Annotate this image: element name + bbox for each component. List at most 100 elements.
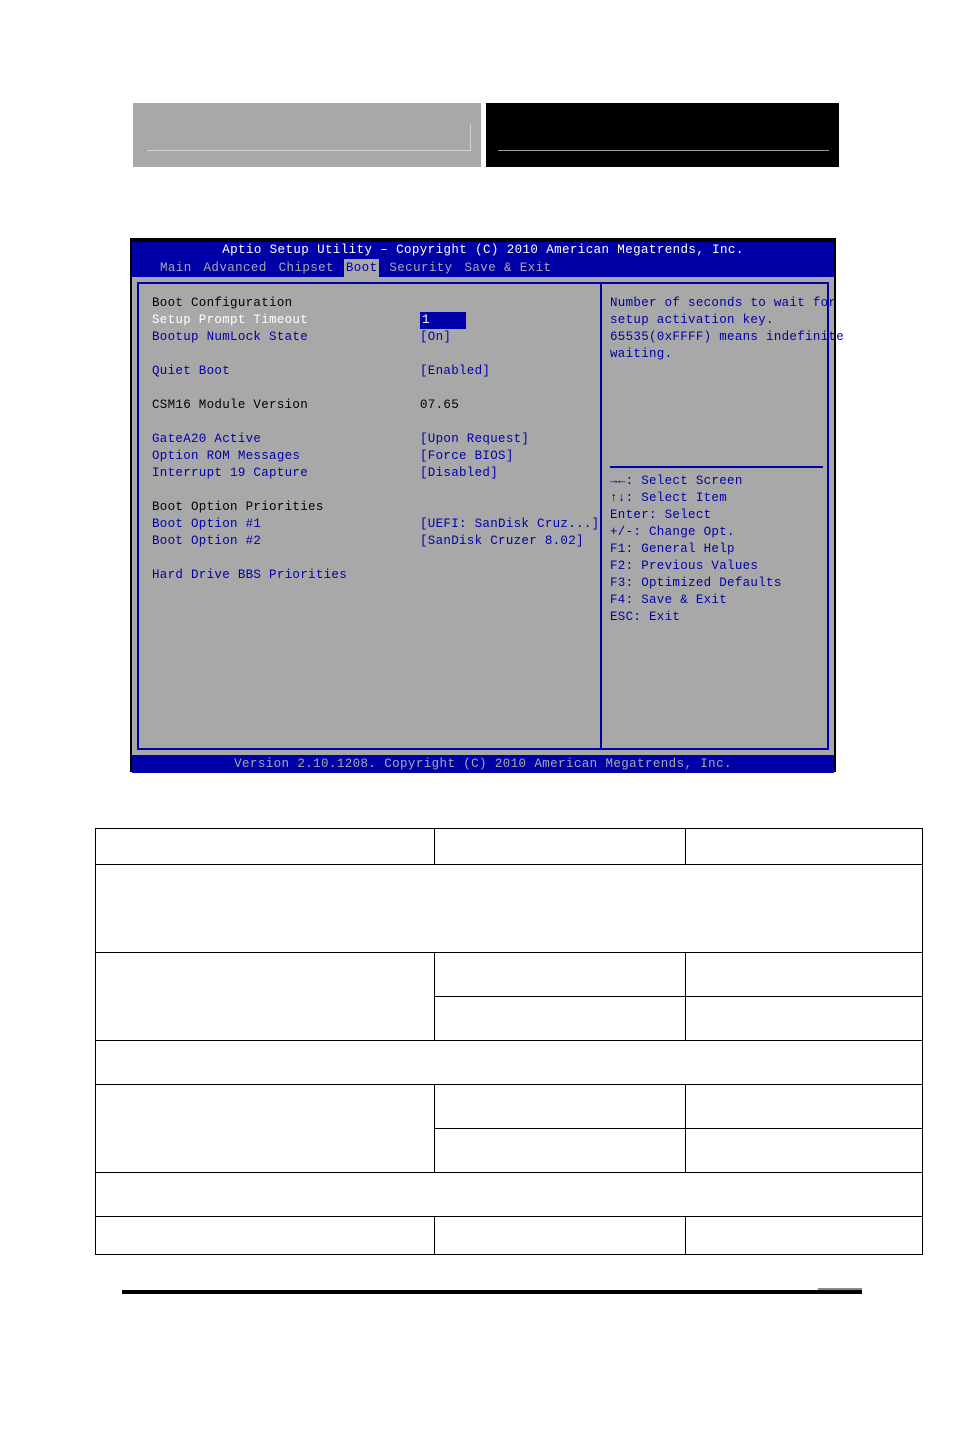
- setting-row-spacer: [152, 414, 592, 431]
- table-cell-full-width: [95, 864, 923, 953]
- header-gray-box: [133, 103, 481, 167]
- page-bottom-rule: [122, 1290, 862, 1294]
- table-cell: [434, 1084, 686, 1129]
- table-cell: [685, 952, 923, 997]
- setting-row-boot-option-priorities: Boot Option Priorities: [152, 499, 592, 516]
- table-cell: [95, 1084, 435, 1173]
- setting-row-interrupt-19-capture[interactable]: Interrupt 19 Capture [Disabled]: [152, 465, 592, 482]
- table-cell: [685, 1216, 923, 1255]
- table-row: [95, 1040, 923, 1085]
- table-cell: [95, 1216, 435, 1255]
- setting-row-gatea20-active[interactable]: GateA20 Active [Upon Request]: [152, 431, 592, 448]
- tab-chipset[interactable]: Chipset: [277, 259, 336, 277]
- setting-label: CSM16 Module Version: [152, 398, 309, 412]
- setting-label: Boot Configuration: [152, 296, 293, 310]
- setting-value[interactable]: [UEFI: SanDisk Cruz...]: [420, 517, 599, 531]
- tab-security[interactable]: Security: [387, 259, 454, 277]
- table-cell: [685, 1128, 923, 1173]
- setting-row-hard-drive-bbs-priorities[interactable]: Hard Drive BBS Priorities: [152, 567, 592, 584]
- setting-value[interactable]: [Enabled]: [420, 364, 490, 378]
- key-hint-change-opt: +/-: Change Opt.: [610, 525, 735, 539]
- setting-row-option-rom-messages[interactable]: Option ROM Messages [Force BIOS]: [152, 448, 592, 465]
- table-row: [95, 1084, 923, 1173]
- key-hint-esc-exit: ESC: Exit: [610, 610, 681, 624]
- setting-label: Boot Option #2: [152, 534, 262, 548]
- help-text-line: waiting.: [610, 347, 673, 361]
- setting-row-setup-prompt-timeout[interactable]: Setup Prompt Timeout 1: [152, 312, 592, 329]
- table-cell: [434, 828, 686, 865]
- bios-title: Aptio Setup Utility – Copyright (C) 2010…: [132, 242, 834, 259]
- setting-row-bootup-numlock-state[interactable]: Bootup NumLock State [On]: [152, 329, 592, 346]
- setting-row-boot-option-1[interactable]: Boot Option #1 [UEFI: SanDisk Cruz...]: [152, 516, 599, 533]
- table-cell: [434, 996, 686, 1041]
- table-cell: [434, 1128, 686, 1173]
- key-hint-f4-save-and-exit: F4: Save & Exit: [610, 593, 728, 607]
- header-black-rule: [498, 150, 829, 151]
- header-gray-rule: [147, 150, 471, 151]
- help-text-line: Number of seconds to wait for: [610, 296, 837, 310]
- key-hint-select-item: ↑↓: Select Item: [610, 491, 728, 505]
- setting-value-highlighted[interactable]: 1: [420, 312, 466, 329]
- setting-row-spacer: [152, 550, 592, 567]
- table-cell-full-width: [95, 1172, 923, 1217]
- setting-row-spacer: [152, 482, 592, 499]
- table-row: [95, 1172, 923, 1217]
- help-text-line: 65535(0xFFFF) means indefinite: [610, 330, 845, 344]
- setting-label: GateA20 Active: [152, 432, 262, 446]
- table-row: [95, 864, 923, 953]
- bios-version-footer: Version 2.10.1208. Copyright (C) 2010 Am…: [132, 755, 834, 773]
- setting-value[interactable]: [Disabled]: [420, 466, 498, 480]
- bios-setup-screen: Aptio Setup Utility – Copyright (C) 2010…: [130, 238, 845, 773]
- setting-row-quiet-boot[interactable]: Quiet Boot [Enabled]: [152, 363, 592, 380]
- setting-value: 07.65: [420, 398, 460, 412]
- specification-table: [95, 828, 923, 1255]
- setting-label: Interrupt 19 Capture: [152, 466, 309, 480]
- bios-help-pane: Number of seconds to wait for setup acti…: [610, 295, 845, 626]
- tab-main[interactable]: Main: [158, 259, 194, 277]
- help-pane-separator: [610, 466, 823, 468]
- bios-menu-bar[interactable]: Main Advanced Chipset Boot Security Save…: [132, 259, 834, 277]
- setting-label: Bootup NumLock State: [152, 330, 309, 344]
- header-gray-vertical-rule: [470, 124, 471, 151]
- setting-value[interactable]: [Force BIOS]: [420, 449, 514, 463]
- setting-label: Option ROM Messages: [152, 449, 301, 463]
- setting-label: Boot Option #1: [152, 517, 262, 531]
- table-cell: [95, 952, 435, 1041]
- key-hint-f1-general-help: F1: General Help: [610, 542, 735, 556]
- table-cell: [434, 952, 686, 997]
- table-cell: [434, 1216, 686, 1255]
- tab-boot[interactable]: Boot: [343, 259, 380, 277]
- table-row: [95, 828, 923, 865]
- table-row: [95, 1216, 923, 1255]
- table-cell: [95, 828, 435, 865]
- table-cell-full-width: [95, 1040, 923, 1085]
- table-cell: [685, 996, 923, 1041]
- setting-value[interactable]: [On]: [420, 330, 451, 344]
- key-hint-select-screen: →←: Select Screen: [610, 474, 743, 488]
- setting-label: Setup Prompt Timeout: [152, 313, 309, 327]
- setting-row-spacer: [152, 346, 592, 363]
- setting-label: Boot Option Priorities: [152, 500, 324, 514]
- bios-settings-pane: Boot Configuration Setup Prompt Timeout 1…: [152, 295, 599, 584]
- setting-value[interactable]: [Upon Request]: [420, 432, 529, 446]
- help-text-line: setup activation key.: [610, 313, 774, 327]
- setting-row-csm16-module-version: CSM16 Module Version 07.65: [152, 397, 592, 414]
- key-hint-enter-select: Enter: Select: [610, 508, 712, 522]
- bios-content-area: Boot Configuration Setup Prompt Timeout 1…: [132, 277, 845, 755]
- tab-advanced[interactable]: Advanced: [202, 259, 269, 277]
- setting-value[interactable]: [SanDisk Cruzer 8.02]: [420, 534, 584, 548]
- key-hint-f3-optimized-defaults: F3: Optimized Defaults: [610, 576, 782, 590]
- setting-label[interactable]: Hard Drive BBS Priorities: [152, 567, 420, 584]
- tab-save-and-exit[interactable]: Save & Exit: [463, 259, 554, 277]
- table-cell: [685, 828, 923, 865]
- table-row: [95, 952, 923, 1041]
- setting-row-spacer: [152, 380, 592, 397]
- setting-row-boot-configuration: Boot Configuration: [152, 295, 592, 312]
- key-hint-f2-previous-values: F2: Previous Values: [610, 559, 759, 573]
- document-header-banner: [133, 103, 839, 167]
- page-bottom-rule-tail: [818, 1288, 862, 1290]
- setting-label: Quiet Boot: [152, 364, 231, 378]
- bios-pane-divider: [600, 282, 602, 750]
- setting-row-boot-option-2[interactable]: Boot Option #2 [SanDisk Cruzer 8.02]: [152, 533, 592, 550]
- table-cell: [685, 1084, 923, 1129]
